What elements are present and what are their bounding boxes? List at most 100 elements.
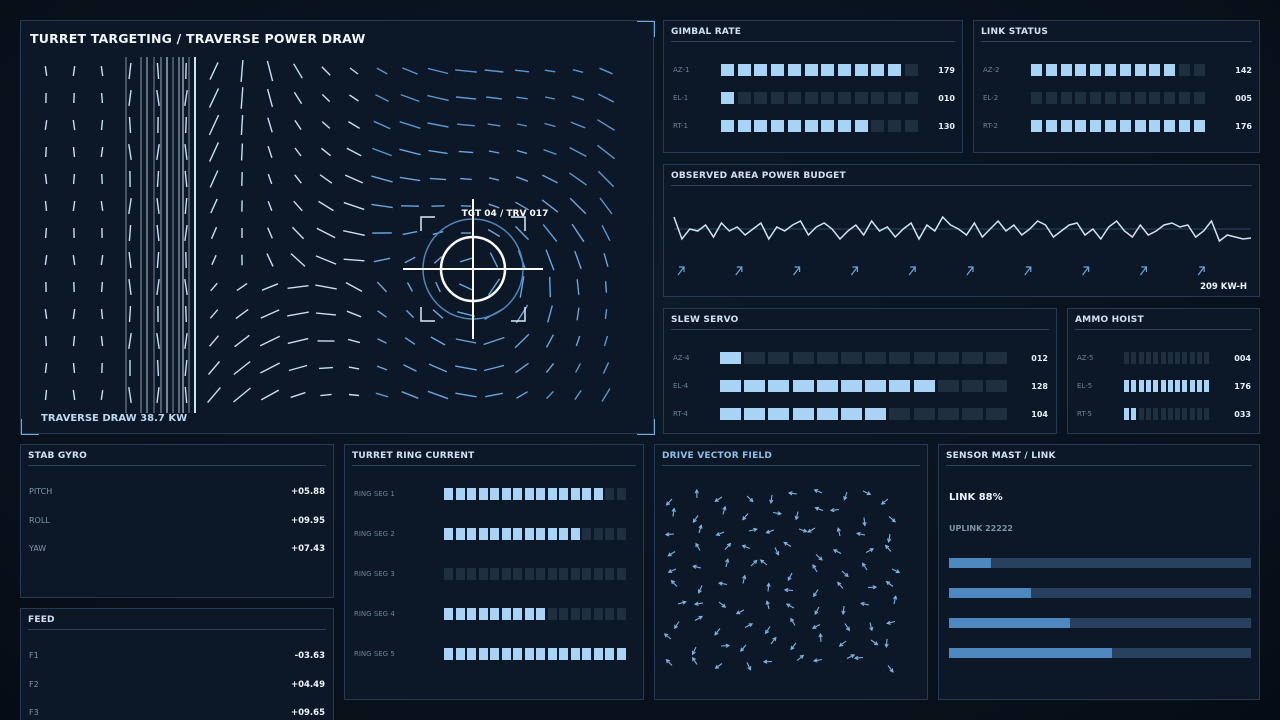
flow-vector [488, 150, 500, 154]
bar-segment [787, 64, 801, 76]
flow-vector [259, 335, 281, 347]
flow-vector [430, 336, 446, 346]
reticle-bracket [420, 307, 435, 322]
bar-segment [986, 352, 1008, 364]
bar-segment [1119, 92, 1131, 104]
bar-segment [582, 488, 592, 500]
reticle-bracket [420, 216, 435, 231]
flow-vector [349, 94, 359, 102]
feed-panel: FEED F1 -03.63 F2 +04.49 F3 +09.65 [20, 608, 334, 720]
flow-vector [484, 69, 504, 73]
bar-segment [1145, 408, 1151, 420]
flow-vector [348, 393, 360, 397]
bar-segment [547, 608, 557, 620]
bar-segment [871, 64, 885, 76]
flow-vector [72, 173, 76, 185]
bar-segment [1197, 352, 1202, 364]
sensor-mast-panel: SENSOR MAST / LINK LINK 88% UPLINK 22222 [938, 444, 1260, 700]
flow-vector [72, 66, 76, 76]
flow-vector [100, 390, 104, 400]
row-value: 176 [1234, 382, 1251, 391]
bar-segment [547, 528, 557, 540]
flow-vector [404, 256, 416, 264]
bar-segment [1045, 120, 1057, 132]
bar-segment [455, 568, 465, 580]
flow-vector [100, 281, 104, 293]
bar-segment [444, 648, 454, 660]
bar-segment [1134, 64, 1146, 76]
flow-vector [233, 360, 251, 376]
bar-segment [804, 92, 818, 104]
row-label: RT-5 [1077, 410, 1092, 418]
row-label: EL-5 [1077, 382, 1093, 390]
link-bar-fill [949, 648, 1113, 658]
sensor-mast-title: SENSOR MAST / LINK [946, 451, 1252, 466]
bar-segment [771, 92, 785, 104]
bar-segment [737, 64, 751, 76]
bar-segment [1138, 380, 1144, 392]
flow-vector [603, 335, 609, 347]
row-label: YAW [29, 544, 47, 553]
bar-segment [1105, 92, 1116, 104]
power-budget-value: 209 KW-H [1200, 282, 1247, 292]
bar-segment [593, 528, 603, 540]
flow-vector [209, 170, 219, 188]
bar-segment [616, 528, 626, 540]
bar-segment [721, 120, 734, 132]
bar-segment [889, 408, 911, 420]
flow-vector [128, 197, 132, 215]
flow-vector [458, 150, 474, 154]
row-label: RING SEG 3 [354, 570, 395, 578]
bar-segment [1193, 92, 1205, 104]
flow-vector [515, 362, 529, 374]
bar-segment [1060, 92, 1072, 104]
flow-vector [184, 278, 188, 296]
row-label: AZ-2 [983, 66, 1000, 74]
flow-vector [72, 200, 76, 212]
flow-vector [604, 308, 608, 320]
flow-vector [599, 197, 613, 215]
bar-segment [1204, 408, 1210, 420]
bar-segment [455, 608, 465, 620]
flow-vector [45, 335, 47, 347]
bar-segment [771, 120, 785, 132]
flow-vector [185, 305, 187, 323]
bar-segment [547, 568, 557, 580]
flow-vector [294, 147, 302, 157]
row-label: F1 [29, 651, 39, 660]
turret-ring-title: TURRET RING CURRENT [352, 451, 636, 466]
flow-vector [100, 119, 104, 131]
flow-vector [233, 387, 251, 403]
flow-vector [128, 332, 132, 350]
bar-segment [754, 120, 768, 132]
bar-segment [536, 648, 546, 660]
link-bar-fill [949, 618, 1070, 628]
flow-vector [72, 119, 76, 131]
row-value: 176 [1235, 122, 1252, 131]
bar-segment [455, 528, 465, 540]
flow-vector [547, 305, 553, 323]
bar-segment [1204, 380, 1210, 392]
reticle-bracket [511, 307, 526, 322]
bar-segment [1075, 92, 1087, 104]
bar-segment [570, 648, 580, 660]
bar-segment [501, 488, 511, 500]
bar-segment [616, 568, 626, 580]
feed-title: FEED [28, 615, 326, 630]
flow-vector [427, 122, 449, 128]
flow-vector [44, 173, 48, 185]
bar-segment [1182, 408, 1188, 420]
bar-segment [1045, 92, 1057, 104]
bar-segment [559, 528, 569, 540]
bar-segment [937, 408, 959, 420]
flow-vector [100, 254, 104, 266]
row-label: F2 [29, 679, 39, 689]
flow-vector [373, 120, 391, 130]
bar-segment [871, 92, 885, 104]
bar-segment [582, 608, 592, 620]
bar-segment [816, 380, 838, 392]
flow-vector [266, 253, 274, 267]
flow-vector [319, 174, 333, 184]
row-label: AZ-1 [673, 66, 690, 74]
flow-vector [185, 116, 187, 134]
